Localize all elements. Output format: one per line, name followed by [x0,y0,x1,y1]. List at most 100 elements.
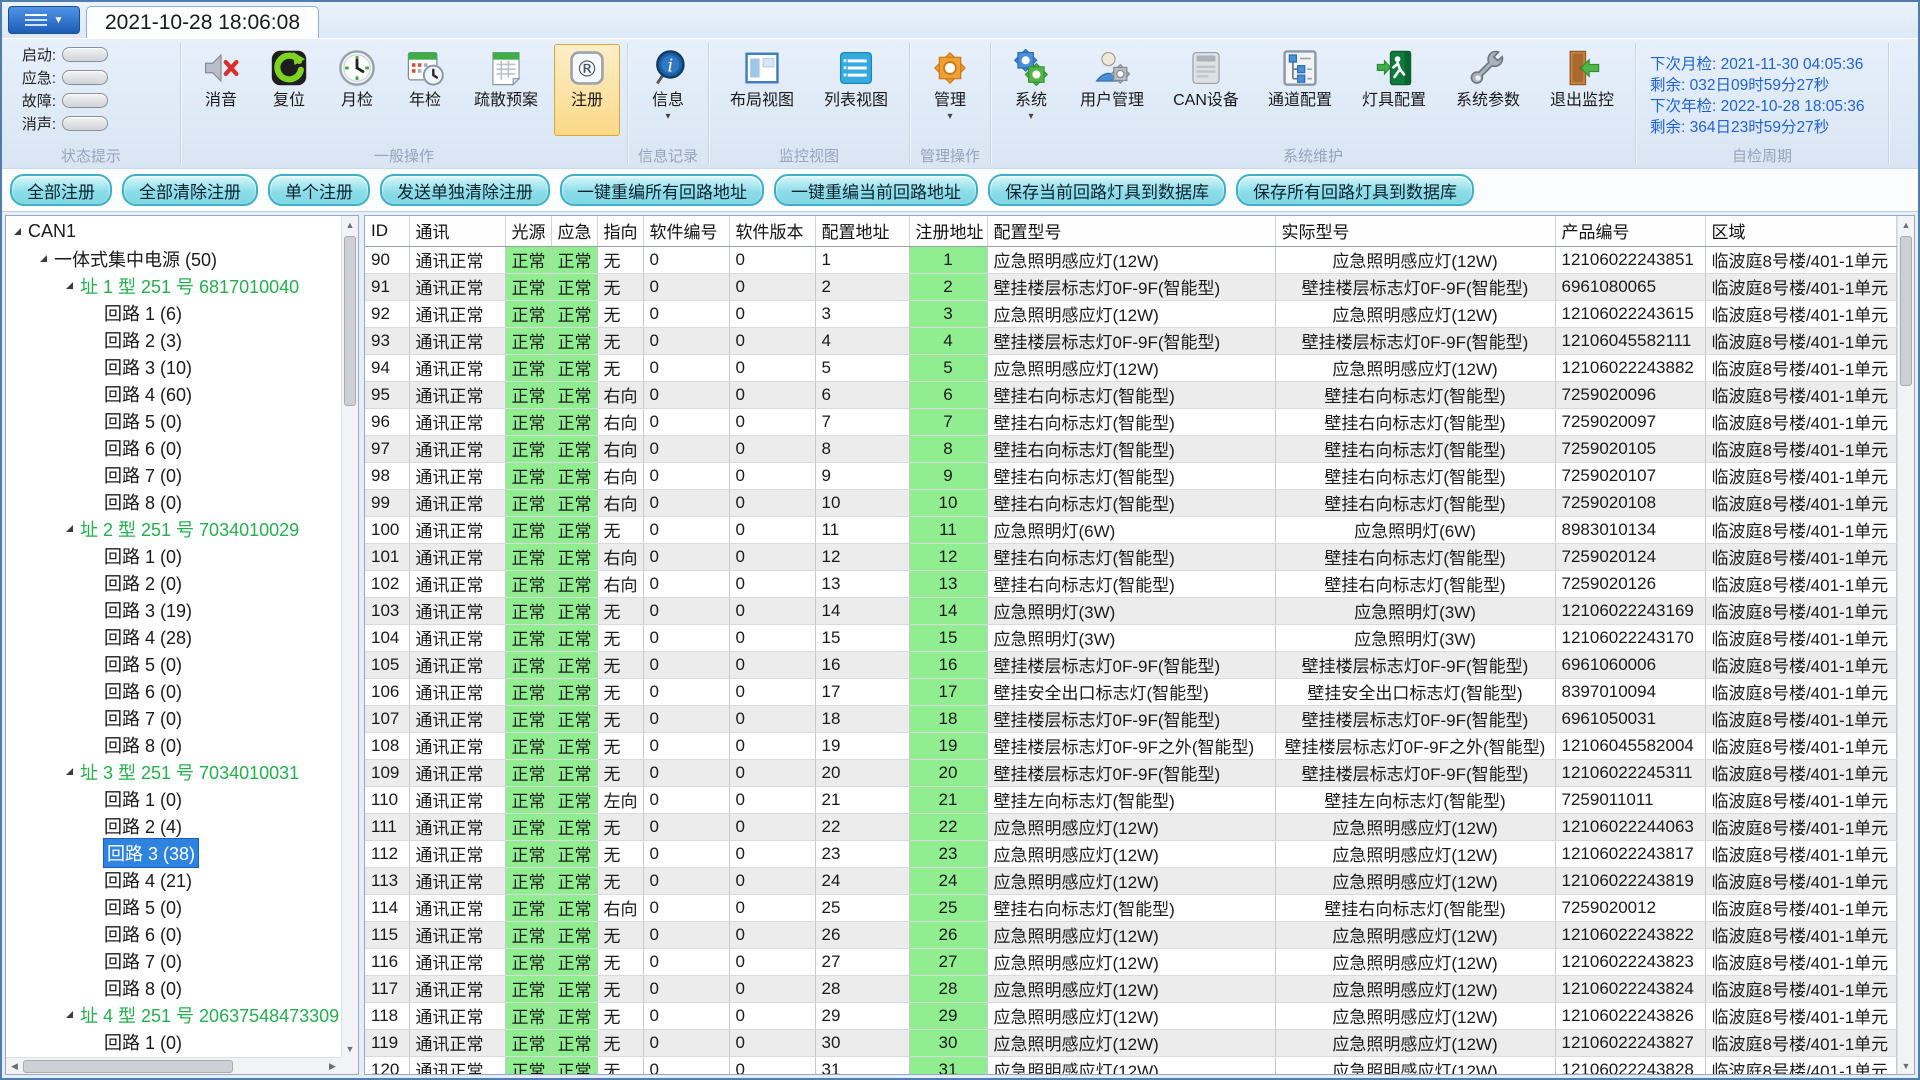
register-single-button[interactable]: 单个注册 [268,174,370,206]
table-row[interactable]: 102通讯正常正常正常右向001313壁挂右向标志灯(智能型)壁挂右向标志灯(智… [365,570,1897,597]
scroll-right-icon[interactable]: ▶ [324,1061,341,1072]
tree-item[interactable]: 回路 8 (0) [6,488,341,515]
save-current-loop-button[interactable]: 保存当前回路灯具到数据库 [988,174,1226,206]
table-row[interactable]: 96通讯正常正常正常右向0077壁挂右向标志灯(智能型)壁挂右向标志灯(智能型)… [365,408,1897,435]
table-row[interactable]: 91通讯正常正常正常无0022壁挂楼层标志灯0F-9F(智能型)壁挂楼层标志灯0… [365,273,1897,300]
can-device-button[interactable]: CAN设备 [1160,44,1252,136]
tree-expand-icon[interactable] [66,1011,73,1018]
table-vertical-scrollbar[interactable]: ▲ ▼ [1897,216,1914,1074]
table-row[interactable]: 92通讯正常正常正常无0033应急照明感应灯(12W)应急照明感应灯(12W)1… [365,300,1897,327]
table-row[interactable]: 106通讯正常正常正常无001717壁挂安全出口标志灯(智能型)壁挂安全出口标志… [365,678,1897,705]
info-button[interactable]: i 信息 ▾ [635,44,701,136]
tree-item[interactable]: 回路 6 (0) [6,677,341,704]
table-row[interactable]: 119通讯正常正常正常无003030应急照明感应灯(12W)应急照明感应灯(12… [365,1029,1897,1056]
scroll-down-icon[interactable]: ▼ [342,1040,358,1057]
column-header[interactable]: 应急 [551,216,597,246]
table-row[interactable]: 98通讯正常正常正常右向0099壁挂右向标志灯(智能型)壁挂右向标志灯(智能型)… [365,462,1897,489]
scroll-up-icon[interactable]: ▲ [342,216,358,233]
tree-hscroll-thumb[interactable] [23,1060,233,1073]
system-button[interactable]: 系统 ▾ [998,44,1064,136]
tree-item[interactable]: 回路 2 (0) [6,569,341,596]
table-row[interactable]: 114通讯正常正常正常右向002525壁挂右向标志灯(智能型)壁挂右向标志灯(智… [365,894,1897,921]
tree-expand-icon[interactable] [40,255,47,262]
channel-config-button[interactable]: 通道配置 [1254,44,1346,136]
tree-item[interactable]: 一体式集中电源 (50) [6,245,341,272]
list-view-button[interactable]: 列表视图 [810,44,902,136]
tree-item[interactable]: 址 1 型 251 号 6817010040 [6,272,341,299]
table-row[interactable]: 97通讯正常正常正常右向0088壁挂右向标志灯(智能型)壁挂右向标志灯(智能型)… [365,435,1897,462]
column-header[interactable]: 注册地址 [909,216,987,246]
tree-item[interactable]: 回路 4 (60) [6,380,341,407]
tree-item[interactable]: 回路 6 (0) [6,434,341,461]
tree-item[interactable]: 址 2 型 251 号 7034010029 [6,515,341,542]
tree-item[interactable]: 回路 1 (0) [6,785,341,812]
send-single-clear-button[interactable]: 发送单独清除注册 [380,174,550,206]
table-row[interactable]: 118通讯正常正常正常无002929应急照明感应灯(12W)应急照明感应灯(12… [365,1002,1897,1029]
reset-button[interactable]: 复位 [256,44,322,136]
column-header[interactable]: 光源 [505,216,551,246]
table-row[interactable]: 95通讯正常正常正常右向0066壁挂右向标志灯(智能型)壁挂右向标志灯(智能型)… [365,381,1897,408]
tree-item[interactable]: 回路 1 (0) [6,542,341,569]
tree-item[interactable]: 址 4 型 251 号 20637548473309 [6,1001,341,1028]
table-row[interactable]: 104通讯正常正常正常无001515应急照明灯(3W)应急照明灯(3W)1210… [365,624,1897,651]
column-header[interactable]: 软件编号 [643,216,729,246]
system-params-button[interactable]: 系统参数 [1442,44,1534,136]
column-header[interactable]: 通讯 [409,216,505,246]
user-management-button[interactable]: 用户管理 [1066,44,1158,136]
tree-item[interactable]: 回路 3 (38) [6,839,341,866]
lamp-config-button[interactable]: 灯具配置 [1348,44,1440,136]
register-button[interactable]: ® 注册 [554,44,620,136]
manage-button[interactable]: 管理 ▾ [917,44,983,136]
monthly-check-button[interactable]: 月检 [324,44,390,136]
column-header[interactable]: 区域 [1705,216,1897,246]
table-scroll-thumb[interactable] [1900,236,1912,386]
table-row[interactable]: 93通讯正常正常正常无0044壁挂楼层标志灯0F-9F(智能型)壁挂楼层标志灯0… [365,327,1897,354]
tree-item[interactable]: 回路 5 (0) [6,893,341,920]
table-row[interactable]: 109通讯正常正常正常无002020壁挂楼层标志灯0F-9F(智能型)壁挂楼层标… [365,759,1897,786]
table-row[interactable]: 113通讯正常正常正常无002424应急照明感应灯(12W)应急照明感应灯(12… [365,867,1897,894]
scroll-up-icon[interactable]: ▲ [1898,216,1914,233]
annual-check-button[interactable]: 年检 [392,44,458,136]
table-row[interactable]: 105通讯正常正常正常无001616壁挂楼层标志灯0F-9F(智能型)壁挂楼层标… [365,651,1897,678]
tree-item[interactable]: 回路 7 (0) [6,461,341,488]
tree-item[interactable]: 回路 1 (6) [6,299,341,326]
column-header[interactable]: ID [365,216,409,246]
evacuation-plan-button[interactable]: 疏散预案 [460,44,552,136]
renumber-all-loops-button[interactable]: 一键重编所有回路地址 [560,174,764,206]
column-header[interactable]: 指向 [597,216,643,246]
table-row[interactable]: 94通讯正常正常正常无0055应急照明感应灯(12W)应急照明感应灯(12W)1… [365,354,1897,381]
tree-item[interactable]: 回路 3 (10) [6,353,341,380]
column-header[interactable]: 配置型号 [987,216,1275,246]
column-header[interactable]: 产品编号 [1555,216,1705,246]
table-row[interactable]: 101通讯正常正常正常右向001212壁挂右向标志灯(智能型)壁挂右向标志灯(智… [365,543,1897,570]
tree-expand-icon[interactable] [66,525,73,532]
table-row[interactable]: 100通讯正常正常正常无001111应急照明灯(6W)应急照明灯(6W)8983… [365,516,1897,543]
tree-expand-icon[interactable] [66,282,73,289]
tree-item[interactable]: 回路 7 (0) [6,947,341,974]
table-row[interactable]: 111通讯正常正常正常无002222应急照明感应灯(12W)应急照明感应灯(12… [365,813,1897,840]
app-menu-button[interactable]: ▼ [8,6,80,34]
datetime-tab[interactable]: 2021-10-28 18:06:08 [86,6,319,38]
table-row[interactable]: 110通讯正常正常正常左向002121壁挂左向标志灯(智能型)壁挂左向标志灯(智… [365,786,1897,813]
tree-item[interactable]: 回路 6 (0) [6,920,341,947]
table-row[interactable]: 117通讯正常正常正常无002828应急照明感应灯(12W)应急照明感应灯(12… [365,975,1897,1002]
tree-item[interactable]: CAN1 [6,218,341,245]
clear-all-register-button[interactable]: 全部清除注册 [122,174,258,206]
column-header[interactable]: 软件版本 [729,216,815,246]
renumber-current-loop-button[interactable]: 一键重编当前回路地址 [774,174,978,206]
table-row[interactable]: 115通讯正常正常正常无002626应急照明感应灯(12W)应急照明感应灯(12… [365,921,1897,948]
exit-monitor-button[interactable]: 退出监控 [1536,44,1628,136]
table-row[interactable]: 112通讯正常正常正常无002323应急照明感应灯(12W)应急照明感应灯(12… [365,840,1897,867]
tree-item[interactable]: 回路 1 (0) [6,1028,341,1055]
tree-expand-icon[interactable] [66,768,73,775]
tree-item[interactable]: 回路 4 (21) [6,866,341,893]
table-row[interactable]: 107通讯正常正常正常无001818壁挂楼层标志灯0F-9F(智能型)壁挂楼层标… [365,705,1897,732]
table-row[interactable]: 90通讯正常正常正常无0011应急照明感应灯(12W)应急照明感应灯(12W)1… [365,246,1897,273]
table-row[interactable]: 116通讯正常正常正常无002727应急照明感应灯(12W)应急照明感应灯(12… [365,948,1897,975]
tree-item[interactable]: 回路 2 (4) [6,812,341,839]
table-row[interactable]: 108通讯正常正常正常无001919壁挂楼层标志灯0F-9F之外(智能型)壁挂楼… [365,732,1897,759]
tree-horizontal-scrollbar[interactable]: ◀ ▶ [6,1057,341,1074]
tree-scroll-thumb[interactable] [344,236,356,406]
tree-item[interactable]: 回路 7 (0) [6,704,341,731]
tree-item[interactable]: 回路 3 (19) [6,596,341,623]
